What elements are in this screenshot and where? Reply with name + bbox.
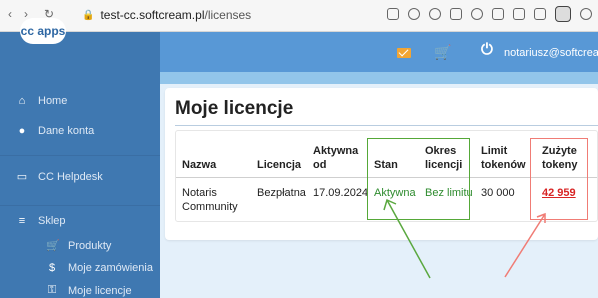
logout-icon[interactable]: ⏻: [481, 41, 493, 58]
header-line: od: [313, 159, 327, 171]
sidebar-item-shop[interactable]: ≡ Sklep: [16, 215, 66, 227]
sidebar-item-products[interactable]: 🛒 Produkty: [46, 239, 112, 253]
header-line: Limit: [481, 145, 508, 157]
sidebar-item-label: Dane konta: [38, 125, 95, 137]
cart-icon[interactable]: 🛒: [434, 44, 451, 61]
profile-icon[interactable]: [555, 6, 571, 22]
dollar-icon: $: [48, 262, 56, 274]
user-email[interactable]: notariusz@softcream.pl: [504, 47, 598, 59]
monitor-icon: ▭: [16, 171, 28, 183]
camera-icon[interactable]: [408, 8, 420, 20]
cell-nazwa: Notaris Community: [182, 186, 238, 214]
sidebar-item-label: Moje licencje: [68, 284, 132, 297]
list-icon: ≡: [18, 215, 26, 227]
content-band: [160, 72, 598, 84]
cell-limit: 30 000: [481, 187, 515, 199]
key-icon: ⚿: [47, 284, 57, 296]
cell-aktywna-od: 17.09.2024: [313, 187, 369, 199]
cart-icon: 🛒: [46, 240, 60, 252]
logo[interactable]: cc apps: [20, 18, 66, 44]
sidebar-divider: [0, 205, 160, 206]
settings-icon[interactable]: [580, 8, 592, 20]
sidebar-divider: [0, 155, 160, 156]
column-header-nazwa[interactable]: Nazwa: [182, 158, 216, 172]
title-divider: [175, 125, 598, 126]
cell-line: Community: [182, 201, 238, 213]
browser-extensions: [387, 6, 592, 22]
sidebar-item-orders[interactable]: $ Moje zamówienia: [46, 262, 153, 274]
lock-icon: 🔒: [82, 9, 95, 21]
user-icon: ●: [18, 125, 26, 137]
column-header-aktywna-od[interactable]: Aktywna od: [313, 144, 358, 172]
mail-icon[interactable]: [397, 48, 411, 58]
sidebar-item-home[interactable]: ⌂ Home: [16, 95, 68, 107]
sidebar-item-label: Home: [38, 95, 68, 107]
sidebar-item-account[interactable]: ● Dane konta: [16, 125, 95, 137]
heart-icon[interactable]: [471, 8, 483, 20]
url-host: test-cc.softcream.pl: [100, 8, 205, 22]
page-title: Moje licencje: [175, 98, 294, 119]
url-path: /licenses: [204, 8, 252, 22]
menu-icon[interactable]: [534, 8, 546, 20]
column-header-limit[interactable]: Limit tokenów: [481, 144, 526, 172]
sidebar-item-label: Produkty: [68, 239, 112, 252]
highlight-box-green: [367, 138, 470, 220]
sidebar-item-label: Sklep: [38, 215, 66, 227]
sidebar-item-licenses[interactable]: ⚿ Moje licencje: [46, 284, 132, 297]
highlight-box-red: [530, 138, 588, 220]
play-icon[interactable]: [450, 8, 462, 20]
share-icon[interactable]: [387, 8, 399, 20]
column-header-licencja[interactable]: Licencja: [257, 158, 301, 172]
browser-toolbar: ‹ › ↻ 🔒 test-cc.softcream.pl/licenses: [0, 0, 598, 32]
sidebar-item-label: Moje zamówienia: [68, 262, 153, 274]
address-bar[interactable]: 🔒 test-cc.softcream.pl/licenses: [82, 8, 251, 22]
sidebar-item-helpdesk[interactable]: ▭ CC Helpdesk: [16, 170, 103, 184]
cell-licencja: Bezpłatna: [257, 187, 306, 199]
home-icon: ⌂: [18, 95, 26, 107]
sidebar: [0, 32, 160, 298]
sidebar-toggle-icon[interactable]: [513, 8, 525, 20]
sidebar-item-label: CC Helpdesk: [38, 170, 103, 183]
header-line: Aktywna: [313, 145, 359, 157]
download-icon[interactable]: [492, 8, 504, 20]
shield-icon[interactable]: [429, 8, 441, 20]
header-line: tokenów: [481, 159, 526, 171]
back-icon[interactable]: ‹: [8, 7, 12, 21]
cell-line: Notaris: [182, 187, 217, 199]
